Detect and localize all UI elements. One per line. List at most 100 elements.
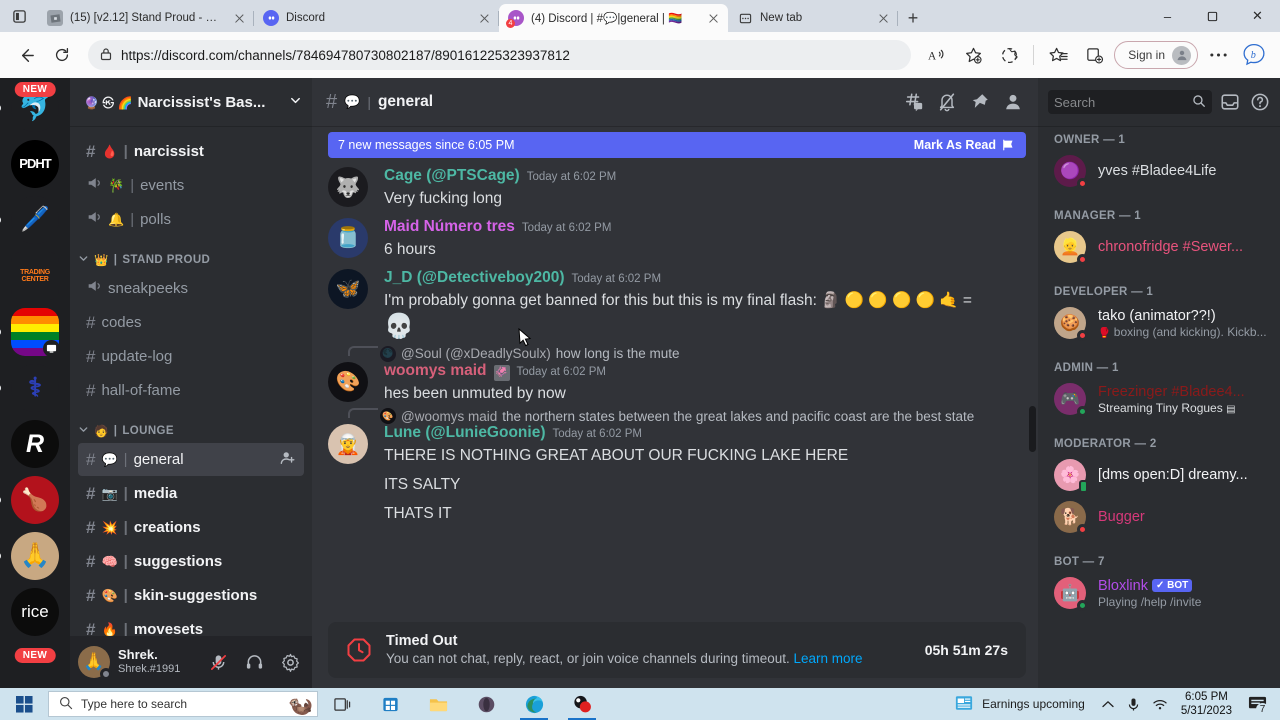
member-row[interactable]: 🎮 Freezinger #Bladee4... Streaming Tiny … [1038, 378, 1280, 420]
opera-icon[interactable] [462, 688, 510, 720]
taskbar-clock[interactable]: 6:05 PM 5/31/2023 [1173, 690, 1240, 719]
channel-polls[interactable]: 🔔 | polls [78, 203, 304, 236]
address-bar[interactable]: https://discord.com/channels/78469478073… [88, 40, 912, 70]
read-aloud-icon[interactable]: A [921, 39, 953, 71]
reload-icon[interactable] [46, 39, 78, 71]
close-icon[interactable] [232, 11, 247, 26]
browser-tab-3[interactable]: New tab [728, 4, 898, 32]
channel-hall-of-fame[interactable]: # hall-of-fame [78, 374, 304, 407]
avatar[interactable]: 🦋 [328, 268, 368, 309]
server-jesus[interactable]: 🙏 [0, 532, 59, 580]
channel-skin-suggestions[interactable]: # 🎨 | skin-suggestions [78, 579, 304, 612]
channel-narcissist[interactable]: # 🩸 | narcissist [78, 135, 304, 168]
server-kfc[interactable]: 🍗 [0, 476, 59, 524]
browser-tab-0[interactable]: (15) [v2.12] Stand Proud - Roblox [38, 4, 254, 32]
help-icon[interactable] [1248, 90, 1272, 114]
browser-tab-2[interactable]: 4 (4) Discord | #💬|general | 🏳️‍🌈 [499, 4, 728, 32]
server-blue-marker[interactable]: 🖊️ [0, 196, 59, 244]
add-member-icon[interactable] [280, 450, 296, 469]
message-author[interactable]: woomys maid [384, 362, 487, 381]
tab-search-icon[interactable] [0, 0, 38, 32]
server-rice[interactable]: rice [11, 588, 59, 636]
server-r-logo[interactable]: R [11, 420, 59, 468]
microphone-icon[interactable] [1121, 688, 1147, 720]
category-lounge[interactable]: 🧑 | LOUNGE [70, 408, 312, 442]
message-author[interactable]: J_D (@Detectiveboy200) [384, 269, 565, 288]
sign-in-button[interactable]: Sign in [1114, 41, 1198, 69]
threads-icon[interactable] [901, 89, 927, 115]
message-author[interactable]: Lune (@LunieGoonie) [384, 424, 546, 443]
file-explorer-icon[interactable] [414, 688, 462, 720]
member-row[interactable]: 🤖 Bloxlink ✓ BOT Playing /help /invite [1038, 572, 1280, 614]
inbox-icon[interactable] [1218, 90, 1242, 114]
avatar[interactable]: 🙏 [78, 646, 112, 680]
channel-events[interactable]: 🎋 | events [78, 169, 304, 202]
server-trading-center[interactable]: TRADING CENTER [11, 252, 59, 300]
avatar[interactable]: 🎨 [328, 361, 368, 402]
reply-context[interactable]: 🎨 @woomys maid the northern states betwe… [312, 404, 1038, 425]
browser-tab-1[interactable]: Discord [254, 4, 499, 32]
channel-update-log[interactable]: # update-log [78, 340, 304, 373]
server-pdht[interactable]: PDHT [11, 140, 59, 188]
server-new-1[interactable]: NEW 🐬 [0, 82, 59, 132]
members-icon[interactable] [1000, 89, 1026, 115]
close-icon[interactable] [706, 11, 721, 26]
channel-movesets[interactable]: # 🔥 | movesets [78, 613, 304, 637]
member-row[interactable]: 🍪 tako (animator??!) 🥊 boxing (and kicki… [1038, 302, 1280, 344]
restore-button[interactable] [1190, 0, 1235, 32]
discord-icon[interactable] [558, 688, 606, 720]
close-icon[interactable] [477, 11, 492, 26]
message-author[interactable]: Cage (@PTSCage) [384, 167, 520, 186]
search-input[interactable]: Search [1048, 90, 1212, 114]
server-cross[interactable]: ⚕ [0, 364, 59, 412]
close-button[interactable]: ✕ [1235, 0, 1280, 32]
edge-icon[interactable] [510, 688, 558, 720]
channel-sneakpeeks[interactable]: sneakpeeks [78, 272, 304, 305]
member-row[interactable]: 👱 chronofridge #Sewer... [1038, 226, 1280, 268]
server-new-2[interactable]: NEW [11, 644, 59, 688]
start-button[interactable] [0, 688, 48, 720]
member-row[interactable]: 🌸 [dms open:D] dreamy... [1038, 454, 1280, 496]
avatar[interactable]: 🧝 [328, 424, 368, 465]
server-pride[interactable] [0, 308, 60, 357]
channel-codes[interactable]: # codes [78, 306, 304, 339]
reply-context[interactable]: 🌑 @Soul (@xDeadlySoulx) how long is the … [312, 342, 1038, 362]
user-identity[interactable]: Shrek. Shrek.#1991 [118, 648, 196, 677]
collections-icon[interactable] [1078, 39, 1110, 71]
back-icon[interactable] [10, 39, 42, 71]
bing-copilot-icon[interactable]: b [1238, 39, 1270, 71]
wifi-icon[interactable] [1147, 688, 1173, 720]
chevron-down-icon[interactable] [289, 94, 302, 111]
mark-as-read-button[interactable]: Mark As Read [914, 138, 1016, 152]
notification-off-icon[interactable] [934, 89, 960, 115]
settings-more-icon[interactable] [1202, 39, 1234, 71]
mic-muted-icon[interactable] [204, 648, 232, 676]
task-view-icon[interactable] [318, 688, 366, 720]
taskbar-search[interactable]: Type here to search 🦦 [48, 691, 318, 717]
show-hidden-icons-icon[interactable] [1095, 688, 1121, 720]
message-author[interactable]: Maid Número tres [384, 218, 515, 237]
close-icon[interactable] [876, 11, 891, 26]
taskbar-news-widget[interactable]: Earnings upcoming [944, 694, 1095, 715]
favorites-icon[interactable] [1042, 39, 1074, 71]
member-row[interactable]: 🟣 yves #Bladee4Life [1038, 150, 1280, 192]
channel-suggestions[interactable]: # 🧠 | suggestions [78, 545, 304, 578]
notification-center-button[interactable]: 7 [1240, 688, 1274, 720]
message-scrollbar[interactable] [1029, 406, 1036, 452]
learn-more-link[interactable]: Learn more [794, 651, 863, 666]
channel-general[interactable]: # 💬 | general [78, 443, 304, 476]
minimize-button[interactable]: – [1145, 0, 1190, 32]
message-list[interactable]: 7 new messages since 6:05 PM Mark As Rea… [312, 126, 1038, 610]
avatar[interactable]: 🐺 [328, 167, 368, 207]
add-favorite-icon[interactable] [957, 39, 989, 71]
member-row[interactable]: 🐕 Bugger [1038, 496, 1280, 538]
category-stand-proud[interactable]: 👑 | STAND PROUD [70, 237, 312, 271]
channel-media[interactable]: # 📷 | media [78, 477, 304, 510]
split-screen-icon[interactable] [993, 39, 1025, 71]
gear-icon[interactable] [276, 648, 304, 676]
pin-icon[interactable] [967, 89, 993, 115]
avatar[interactable]: 🫙 [328, 217, 368, 258]
microsoft-store-icon[interactable] [366, 688, 414, 720]
guild-header[interactable]: 🔮 ㉿ 🌈 Narcissist's Bas... [70, 78, 312, 126]
headphones-icon[interactable] [240, 648, 268, 676]
